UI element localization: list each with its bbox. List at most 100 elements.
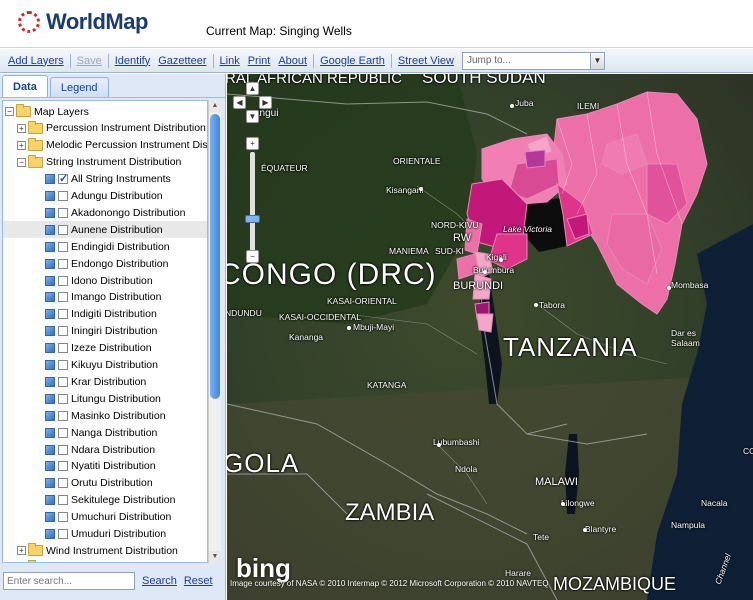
- layer-tree-item[interactable]: Litungu Distribution: [3, 390, 207, 407]
- layer-tree-label: Kikuyu Distribution: [71, 359, 158, 371]
- layer-checkbox[interactable]: [58, 427, 68, 438]
- expand-icon[interactable]: +: [17, 546, 26, 556]
- layer-checkbox[interactable]: [58, 478, 68, 489]
- reset-button[interactable]: Reset: [184, 575, 213, 587]
- layer-checkbox[interactable]: [58, 241, 68, 252]
- layer-tree-folder[interactable]: + Melodic Percussion Instrument Distrib: [3, 137, 207, 154]
- layer-checkbox[interactable]: [58, 393, 68, 404]
- pan-up-icon[interactable]: ▲: [246, 82, 259, 95]
- layer-tree-item[interactable]: Imango Distribution: [3, 289, 207, 306]
- layer-tree-item[interactable]: Kikuyu Distribution: [3, 357, 207, 374]
- layer-tree-item[interactable]: Sekitulege Distribution: [3, 492, 207, 509]
- search-input[interactable]: [3, 572, 135, 590]
- layer-checkbox[interactable]: [58, 191, 68, 201]
- layer-checkbox[interactable]: [58, 461, 68, 472]
- tree-scrollbar[interactable]: ▲ ▼: [208, 100, 221, 563]
- layer-checkbox[interactable]: [58, 444, 68, 455]
- layer-tree-item[interactable]: Akadonongo Distribution: [3, 204, 207, 221]
- layer-checkbox[interactable]: [58, 343, 68, 354]
- collapse-icon[interactable]: −: [5, 107, 14, 116]
- pan-right-icon[interactable]: ▶: [259, 96, 272, 109]
- layer-tree-item[interactable]: Endingidi Distribution: [3, 238, 207, 255]
- layer-tree-item[interactable]: Orutu Distribution: [3, 475, 207, 492]
- print-button[interactable]: Print: [244, 55, 275, 67]
- layer-tree-folder[interactable]: + Wind Instrument Distribution: [3, 542, 207, 559]
- layer-tree-label: Sekitulege Distribution: [71, 494, 176, 507]
- layer-tree-item[interactable]: Nyatiti Distribution: [3, 458, 207, 475]
- tab-legend[interactable]: Legend: [49, 77, 109, 97]
- tab-data[interactable]: Data: [2, 75, 48, 97]
- layer-checkbox[interactable]: [58, 258, 68, 269]
- zoom-slider-track[interactable]: [250, 152, 255, 252]
- expand-icon[interactable]: +: [17, 123, 26, 133]
- collapse-icon[interactable]: −: [17, 157, 26, 167]
- layer-tree-item[interactable]: Nanga Distribution: [3, 424, 207, 441]
- layer-tree-label: Litungu Distribution: [71, 392, 161, 405]
- layer-tree-item[interactable]: Umuduri Distribution: [3, 526, 207, 543]
- expand-icon[interactable]: +: [17, 140, 26, 150]
- link-button[interactable]: Link: [216, 55, 244, 67]
- layer-tree-label: Krar Distribution: [71, 375, 147, 388]
- layer-tree-item[interactable]: Izeze Distribution: [3, 340, 207, 357]
- layer-tree-item[interactable]: Ndara Distribution: [3, 441, 207, 458]
- layer-tree-item[interactable]: Idono Distribution: [3, 272, 207, 289]
- map-view[interactable]: RAL AFRICAN REPUBLIC SOUTH SUDAN Juba IL…: [227, 74, 753, 600]
- chevron-down-icon[interactable]: ▼: [589, 52, 604, 69]
- layer-checkbox[interactable]: [58, 512, 68, 523]
- logo[interactable]: WorldMap: [18, 9, 148, 35]
- layer-checkbox[interactable]: [58, 207, 68, 218]
- layer-checkbox[interactable]: [58, 309, 68, 320]
- layer-tree-item[interactable]: All String Instruments: [3, 171, 207, 188]
- layer-checkbox[interactable]: [58, 224, 68, 235]
- folder-icon: [16, 104, 31, 117]
- scroll-up-icon[interactable]: ▲: [209, 100, 221, 112]
- layer-icon: [45, 461, 55, 472]
- street-view-button[interactable]: Street View: [394, 55, 458, 67]
- zoom-slider-thumb[interactable]: [245, 215, 260, 223]
- layer-checkbox[interactable]: [58, 292, 68, 303]
- scroll-down-icon[interactable]: ▼: [209, 551, 221, 563]
- map-label-blantyre: Blantyre: [585, 524, 617, 534]
- layer-checkbox[interactable]: [58, 529, 68, 539]
- layer-tree-item[interactable]: Iningiri Distribution: [3, 323, 207, 340]
- google-earth-button[interactable]: Google Earth: [316, 55, 389, 67]
- pan-down-icon[interactable]: ▼: [246, 110, 259, 123]
- gazetteer-button[interactable]: Gazetteer: [154, 55, 210, 67]
- layer-tree-label: Aunene Distribution: [71, 223, 163, 236]
- layer-tree-folder[interactable]: − String Instrument Distribution: [3, 154, 207, 171]
- layer-checkbox[interactable]: [58, 495, 68, 506]
- layer-checkbox[interactable]: [58, 360, 68, 370]
- identify-button[interactable]: Identify: [111, 55, 154, 67]
- scrollbar-thumb[interactable]: [210, 114, 220, 399]
- layer-tree-item[interactable]: Indigiti Distribution: [3, 306, 207, 323]
- city-dot: [347, 326, 351, 330]
- layer-checkbox[interactable]: [58, 275, 68, 286]
- worldmap-app: WorldMap Current Map: Singing Wells Add …: [0, 0, 753, 600]
- layer-checkbox[interactable]: [58, 326, 68, 337]
- map-label-burundi: BURUNDI: [453, 280, 504, 292]
- layer-tree-item[interactable]: Aunene Distribution: [3, 221, 207, 239]
- map-label-katanga: KATANGA: [367, 380, 407, 390]
- layer-tree-item[interactable]: Adungu Distribution: [3, 188, 207, 205]
- zoom-out-icon[interactable]: −: [246, 250, 259, 263]
- zoom-in-icon[interactable]: +: [246, 137, 259, 150]
- layer-tree-item[interactable]: Krar Distribution: [3, 373, 207, 390]
- layer-tree-item[interactable]: Umuchuri Distribution: [3, 509, 207, 526]
- layer-checkbox[interactable]: [58, 172, 68, 185]
- layer-tree-item[interactable]: Endongo Distribution: [3, 255, 207, 272]
- layer-tree-folder[interactable]: +Tribes: [3, 559, 207, 562]
- jump-to-select[interactable]: Jump to... ▼: [461, 51, 605, 70]
- layer-checkbox[interactable]: [58, 376, 68, 387]
- save-button[interactable]: Save: [73, 55, 106, 67]
- about-button[interactable]: About: [274, 55, 311, 67]
- layer-tree-folder[interactable]: − Map Layers: [3, 103, 207, 120]
- layer-tree-folder[interactable]: + Percussion Instrument Distribution: [3, 120, 207, 137]
- layer-icon: [45, 309, 55, 320]
- search-button[interactable]: Search: [142, 575, 177, 587]
- layer-icon: [45, 174, 55, 185]
- layer-checkbox[interactable]: [58, 410, 68, 421]
- layer-icon: [45, 292, 55, 303]
- layer-tree-item[interactable]: Masinko Distribution: [3, 407, 207, 424]
- add-layers-button[interactable]: Add Layers: [4, 55, 68, 67]
- pan-left-icon[interactable]: ◀: [233, 96, 246, 109]
